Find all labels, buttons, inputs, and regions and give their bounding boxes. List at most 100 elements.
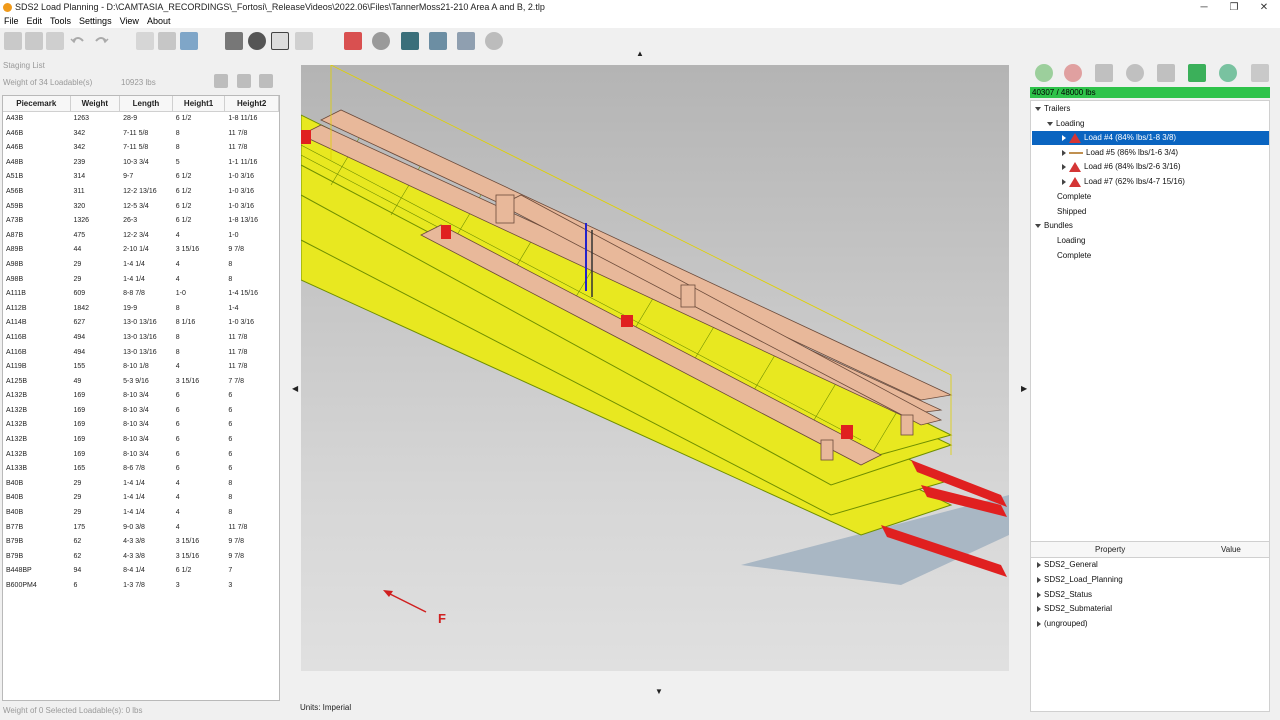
table-row[interactable]: A48B 239 10-3 3/4 5 1-1 11/16 <box>3 156 279 171</box>
minimize-button[interactable]: ─ <box>1187 0 1221 15</box>
tree-loading[interactable]: Loading <box>1047 119 1084 128</box>
download-icon[interactable] <box>248 32 266 50</box>
3d-viewport[interactable]: F <box>301 65 1009 671</box>
fit-view-icon[interactable] <box>271 32 289 50</box>
prop-group-general[interactable]: SDS2_General <box>1037 560 1098 569</box>
table-row[interactable]: A87B 475 12-2 3/4 4 1-0 <box>3 229 279 244</box>
tree-bundles[interactable]: Bundles <box>1035 221 1073 230</box>
add-load-icon[interactable] <box>1035 64 1053 82</box>
table-row[interactable]: A119B 155 8-10 1/8 4 11 7/8 <box>3 360 279 375</box>
table-row[interactable]: A46B 342 7-11 5/8 8 11 7/8 <box>3 141 279 156</box>
menu-tools[interactable]: Tools <box>46 15 75 27</box>
prop-group-ungrouped[interactable]: (ungrouped) <box>1037 619 1088 628</box>
ship-icon[interactable] <box>1251 64 1269 82</box>
redo-icon[interactable] <box>92 32 110 50</box>
refresh-icon[interactable] <box>485 32 503 50</box>
table-row[interactable]: A89B 44 2-10 1/4 3 15/16 9 7/8 <box>3 243 279 258</box>
tree-trailers[interactable]: Trailers <box>1035 104 1070 113</box>
remove-load-icon[interactable] <box>1064 64 1082 82</box>
globe-icon[interactable] <box>1219 64 1237 82</box>
table-row[interactable]: A98B 29 1-4 1/4 4 8 <box>3 273 279 288</box>
bottom-collapse-arrow[interactable]: ▼ <box>655 687 663 696</box>
table-row[interactable]: A43B 1263 28-9 6 1/2 1-8 11/16 <box>3 112 279 127</box>
open-icon[interactable] <box>25 32 43 50</box>
menu-about[interactable]: About <box>143 15 175 27</box>
menu-file[interactable]: File <box>0 15 23 27</box>
staging-scrollbar[interactable] <box>281 95 290 701</box>
menu-settings[interactable]: Settings <box>75 15 116 27</box>
plane-icon[interactable] <box>429 32 447 50</box>
table-row[interactable]: A59B 320 12-5 3/4 6 1/2 1-0 3/16 <box>3 200 279 215</box>
undo-icon[interactable] <box>69 32 87 50</box>
table-row[interactable]: A73B 1326 26-3 6 1/2 1-8 13/16 <box>3 214 279 229</box>
search-icon[interactable] <box>1126 64 1144 82</box>
left-collapse-arrow[interactable]: ◀ <box>292 384 298 393</box>
visibility-icon[interactable] <box>372 32 390 50</box>
prop-group-submaterial[interactable]: SDS2_Submaterial <box>1037 604 1112 613</box>
tree-load-5[interactable]: Load #5 (86% lbs/1-6 3/4) <box>1062 148 1178 157</box>
table-row[interactable]: A112B 1842 19-9 8 1-4 <box>3 302 279 317</box>
prop-group-load-planning[interactable]: SDS2_Load_Planning <box>1037 575 1123 584</box>
table-row[interactable]: B40B 29 1-4 1/4 4 8 <box>3 477 279 492</box>
forklift-icon[interactable] <box>344 32 362 50</box>
table-row[interactable]: A46B 342 7-11 5/8 8 11 7/8 <box>3 127 279 142</box>
maximize-button[interactable]: ❐ <box>1217 0 1251 15</box>
package-icon[interactable] <box>158 32 176 50</box>
table-row[interactable]: B448BP 94 8-4 1/4 6 1/2 7 <box>3 564 279 579</box>
properties-scrollbar[interactable] <box>1271 541 1280 712</box>
table-row[interactable]: B600PM4 6 1-3 7/8 3 3 <box>3 579 279 594</box>
table-row[interactable]: A116B 494 13-0 13/16 8 11 7/8 <box>3 331 279 346</box>
camera-icon[interactable] <box>225 32 243 50</box>
table-row[interactable]: A132B 169 8-10 3/4 6 6 <box>3 433 279 448</box>
table-row[interactable]: A116B 494 13-0 13/16 8 11 7/8 <box>3 346 279 361</box>
tree-scrollbar[interactable] <box>1271 100 1280 532</box>
table-row[interactable]: A51B 314 9-7 6 1/2 1-0 3/16 <box>3 170 279 185</box>
stack-green-icon[interactable] <box>1188 64 1206 82</box>
tree-load-7[interactable]: Load #7 (62% lbs/4-7 15/16) <box>1062 177 1185 187</box>
tree-complete[interactable]: Complete <box>1057 192 1091 201</box>
import-icon[interactable] <box>136 32 154 50</box>
report-icon[interactable] <box>1157 64 1175 82</box>
value-column-header[interactable]: Value <box>1221 545 1241 554</box>
table-row[interactable]: A132B 169 8-10 3/4 6 6 <box>3 418 279 433</box>
tree-bundles-loading[interactable]: Loading <box>1057 236 1085 245</box>
trailer-settings-icon[interactable] <box>1095 64 1113 82</box>
tree-bundles-complete[interactable]: Complete <box>1057 251 1091 260</box>
table-row[interactable]: A132B 169 8-10 3/4 6 6 <box>3 404 279 419</box>
table-row[interactable]: B77B 175 9-0 3/8 4 11 7/8 <box>3 521 279 536</box>
right-collapse-arrow[interactable]: ▶ <box>1021 384 1027 393</box>
prop-group-status[interactable]: SDS2_Status <box>1037 590 1092 599</box>
menu-view[interactable]: View <box>116 15 143 27</box>
stack-add-icon[interactable] <box>214 74 228 88</box>
table-row[interactable]: A56B 311 12-2 13/16 6 1/2 1-0 3/16 <box>3 185 279 200</box>
column-piecemark[interactable]: Piecemark <box>3 96 71 111</box>
table-row[interactable]: B79B 62 4-3 3/8 3 15/16 9 7/8 <box>3 550 279 565</box>
new-icon[interactable] <box>4 32 22 50</box>
table-row[interactable]: B40B 29 1-4 1/4 4 8 <box>3 506 279 521</box>
property-column-header[interactable]: Property <box>1095 545 1125 554</box>
table-row[interactable]: B40B 29 1-4 1/4 4 8 <box>3 491 279 506</box>
rotate-view-icon[interactable] <box>295 32 313 50</box>
tree-load-4[interactable]: Load #4 (84% lbs/1-8 3/8) <box>1032 131 1269 145</box>
table-row[interactable]: A132B 169 8-10 3/4 6 6 <box>3 448 279 463</box>
table-row[interactable]: B79B 62 4-3 3/8 3 15/16 9 7/8 <box>3 535 279 550</box>
trailer-view-icon[interactable] <box>401 32 419 50</box>
table-row[interactable]: A132B 169 8-10 3/4 6 6 <box>3 389 279 404</box>
column-height2[interactable]: Height2 <box>225 96 279 111</box>
save-icon[interactable] <box>46 32 64 50</box>
tree-load-6[interactable]: Load #6 (84% lbs/2-6 3/16) <box>1062 162 1181 172</box>
table-row[interactable]: A133B 165 8-6 7/8 6 6 <box>3 462 279 477</box>
menu-edit[interactable]: Edit <box>23 15 47 27</box>
truck-icon[interactable] <box>180 32 198 50</box>
stack-clear-icon[interactable] <box>259 74 273 88</box>
top-collapse-arrow[interactable]: ▲ <box>636 49 644 58</box>
column-weight[interactable]: Weight <box>71 96 121 111</box>
table-row[interactable]: A98B 29 1-4 1/4 4 8 <box>3 258 279 273</box>
column-length[interactable]: Length <box>120 96 173 111</box>
table-row[interactable]: A125B 49 5-3 9/16 3 15/16 7 7/8 <box>3 375 279 390</box>
stack-remove-icon[interactable] <box>237 74 251 88</box>
close-button[interactable]: ✕ <box>1247 0 1280 15</box>
column-height1[interactable]: Height1 <box>173 96 226 111</box>
trailer-3d-scene[interactable]: F <box>301 65 1009 671</box>
eye-icon[interactable] <box>457 32 475 50</box>
